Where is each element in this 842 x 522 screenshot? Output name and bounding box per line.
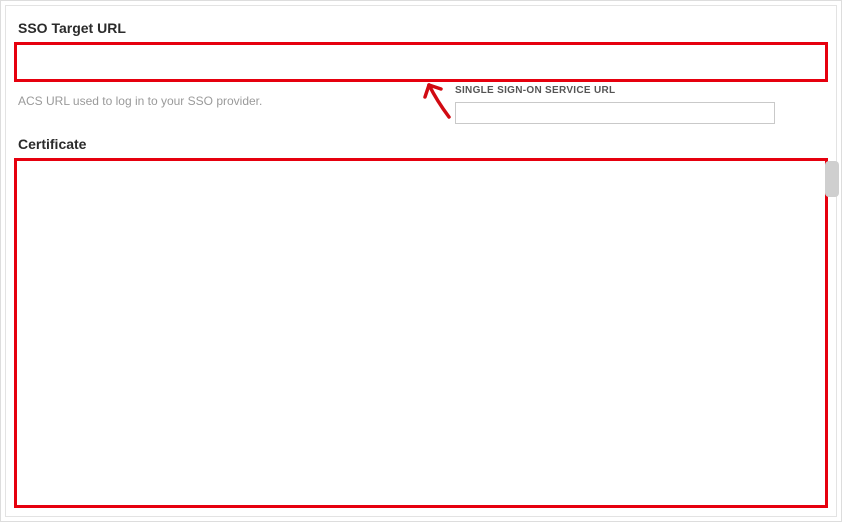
form-panel: SSO Target URL ACS URL used to log in to…	[5, 5, 837, 517]
sso-service-url-input[interactable]	[455, 102, 775, 124]
sso-service-url-label: SINGLE SIGN-ON SERVICE URL	[455, 85, 795, 96]
sso-service-url-box: SINGLE SIGN-ON SERVICE URL	[455, 85, 795, 124]
certificate-textarea[interactable]	[14, 158, 828, 508]
window-frame: SSO Target URL ACS URL used to log in to…	[0, 0, 842, 522]
sso-target-url-input[interactable]	[14, 42, 828, 82]
scrollbar-thumb[interactable]	[825, 161, 839, 197]
sso-target-url-label: SSO Target URL	[14, 14, 828, 42]
